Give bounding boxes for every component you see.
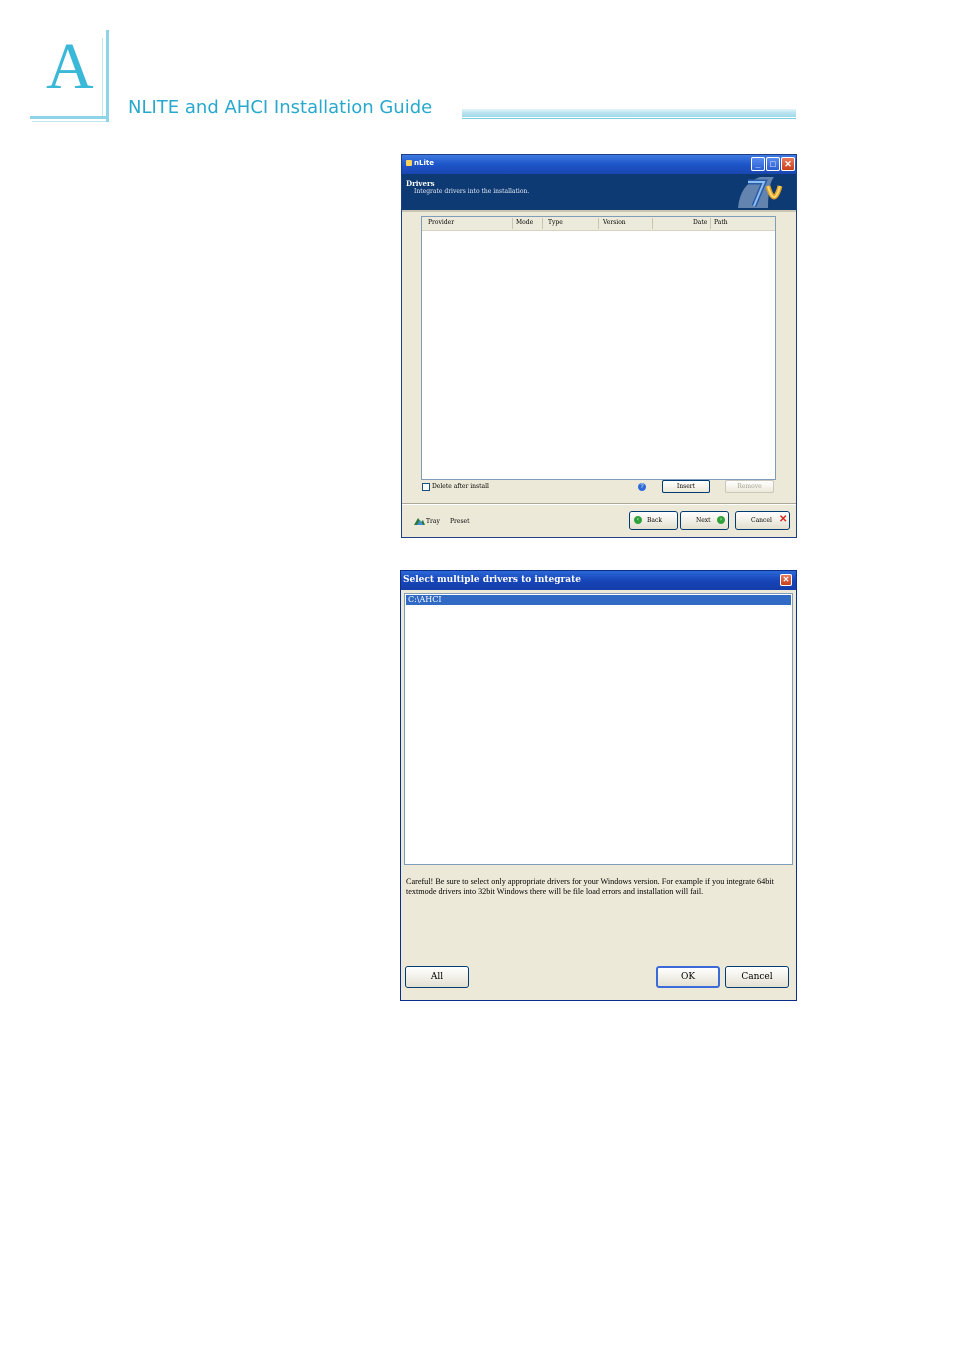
app-icon: [406, 160, 412, 166]
column-header-type[interactable]: Type: [548, 219, 563, 226]
column-separator[interactable]: [652, 218, 653, 229]
next-button[interactable]: Next ›: [680, 511, 729, 530]
title-decoration-bar: [462, 109, 796, 119]
page-title: NLITE and AHCI Installation Guide: [128, 97, 433, 118]
column-header-version[interactable]: Version: [603, 219, 626, 226]
select-drivers-dialog: Select multiple drivers to integrate ✕ C…: [400, 570, 797, 1001]
close-icon: ✕: [784, 159, 792, 169]
preset-link[interactable]: Preset: [450, 518, 470, 525]
chapter-marker-line: [102, 38, 103, 118]
window-title: nLite: [414, 159, 434, 167]
dialog-cancel-button[interactable]: Cancel: [725, 966, 789, 988]
maximize-button[interactable]: □: [766, 157, 780, 171]
maximize-icon: □: [770, 159, 776, 169]
divider: [402, 504, 796, 505]
column-separator[interactable]: [598, 218, 599, 229]
dialog-close-button[interactable]: ✕: [780, 574, 792, 586]
drivers-list[interactable]: Provider Mode Type Version Date Path: [421, 216, 776, 480]
column-separator[interactable]: [710, 218, 711, 229]
remove-button[interactable]: Remove: [725, 480, 774, 493]
column-header-provider[interactable]: Provider: [428, 219, 454, 226]
close-button[interactable]: ✕: [781, 157, 795, 171]
column-header-path[interactable]: Path: [714, 219, 728, 226]
delete-after-install-label: Delete after install: [432, 483, 489, 490]
divider: [402, 210, 796, 212]
dialog-title: Select multiple drivers to integrate: [403, 575, 582, 585]
section-title: Drivers: [406, 179, 435, 188]
minimize-icon: _: [755, 159, 761, 169]
delete-after-install-checkbox[interactable]: [422, 483, 430, 491]
chapter-letter: A: [46, 30, 94, 103]
insert-button[interactable]: Insert: [662, 480, 710, 493]
column-header-mode[interactable]: Mode: [516, 219, 533, 226]
column-header-date[interactable]: Date: [693, 219, 707, 226]
chapter-marker-line: [30, 116, 109, 119]
back-arrow-icon: ‹: [634, 516, 642, 524]
tray-icon[interactable]: [414, 517, 425, 525]
column-separator[interactable]: [542, 218, 543, 229]
cancel-label: Cancel: [751, 517, 772, 524]
cancel-icon: ✕: [779, 514, 788, 525]
warning-text: Careful! Be sure to select only appropri…: [406, 877, 774, 896]
section-subtitle: Integrate drivers into the installation.: [414, 188, 530, 195]
next-label: Next: [696, 517, 711, 524]
select-all-button[interactable]: All: [405, 966, 469, 988]
back-label: Back: [647, 517, 662, 524]
minimize-button[interactable]: _: [751, 157, 765, 171]
tray-link[interactable]: Tray: [426, 518, 440, 525]
window-titlebar[interactable]: nLite _ □ ✕: [402, 155, 796, 174]
drivers-listbox[interactable]: C:\AHCI: [404, 593, 793, 865]
dialog-titlebar[interactable]: Select multiple drivers to integrate ✕: [401, 571, 796, 590]
help-icon[interactable]: ?: [638, 483, 646, 491]
ok-button[interactable]: OK: [656, 966, 720, 988]
list-item[interactable]: C:\AHCI: [406, 595, 791, 605]
cancel-button[interactable]: Cancel ✕: [735, 511, 790, 530]
chapter-marker-line: [32, 121, 106, 122]
back-button[interactable]: ‹ Back: [629, 511, 678, 530]
chapter-marker: A: [30, 30, 112, 122]
list-header: Provider Mode Type Version Date Path: [422, 217, 775, 231]
nlite-window: nLite _ □ ✕ Drivers Integrate drivers in…: [401, 154, 797, 538]
column-separator[interactable]: [512, 218, 513, 229]
next-arrow-icon: ›: [717, 516, 725, 524]
nlite-logo-icon: [738, 177, 783, 208]
close-icon: ✕: [782, 575, 790, 584]
chapter-marker-line: [106, 30, 109, 122]
